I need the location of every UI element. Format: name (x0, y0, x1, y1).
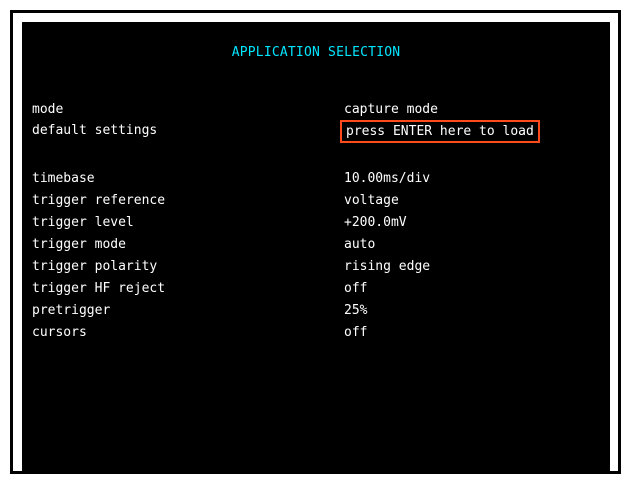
setting-value: rising edge (344, 259, 431, 274)
setting-row-trigger-mode[interactable]: trigger mode auto (22, 237, 610, 259)
setting-row-trigger-hf-reject[interactable]: trigger HF reject off (22, 281, 610, 303)
setting-label: trigger polarity (32, 259, 158, 274)
setting-value: 10.00ms/div (344, 171, 431, 186)
screen-title: APPLICATION SELECTION (231, 45, 401, 60)
setting-row-trigger-level[interactable]: trigger level +200.0mV (22, 215, 610, 237)
setting-value: auto (344, 237, 376, 252)
setting-label: cursors (32, 325, 87, 340)
setting-label: timebase (32, 171, 95, 186)
setting-row-default-settings[interactable]: default settings press ENTER here to loa… (22, 120, 610, 145)
setting-label: default settings (32, 123, 158, 138)
load-defaults-button[interactable]: press ENTER here to load (340, 120, 540, 143)
setting-value: 25% (344, 303, 368, 318)
setting-label: pretrigger (32, 303, 111, 318)
setting-row-cursors[interactable]: cursors off (22, 325, 610, 347)
setting-row-trigger-polarity[interactable]: trigger polarity rising edge (22, 259, 610, 281)
setting-label: trigger HF reject (32, 281, 166, 296)
setting-row-trigger-reference[interactable]: trigger reference voltage (22, 193, 610, 215)
setting-row-timebase[interactable]: timebase 10.00ms/div (22, 171, 610, 193)
setting-label: trigger level (32, 215, 134, 230)
setting-value: +200.0mV (344, 215, 407, 230)
setting-row-pretrigger[interactable]: pretrigger 25% (22, 303, 610, 325)
setting-value: off (344, 325, 368, 340)
setting-label: trigger mode (32, 237, 126, 252)
setting-value: voltage (344, 193, 399, 208)
setting-label: trigger reference (32, 193, 166, 208)
application-selection-screen: APPLICATION SELECTION mode capture mode … (22, 22, 610, 474)
setting-value: capture mode (344, 102, 438, 117)
setting-value: off (344, 281, 368, 296)
setting-label: mode (32, 102, 64, 117)
